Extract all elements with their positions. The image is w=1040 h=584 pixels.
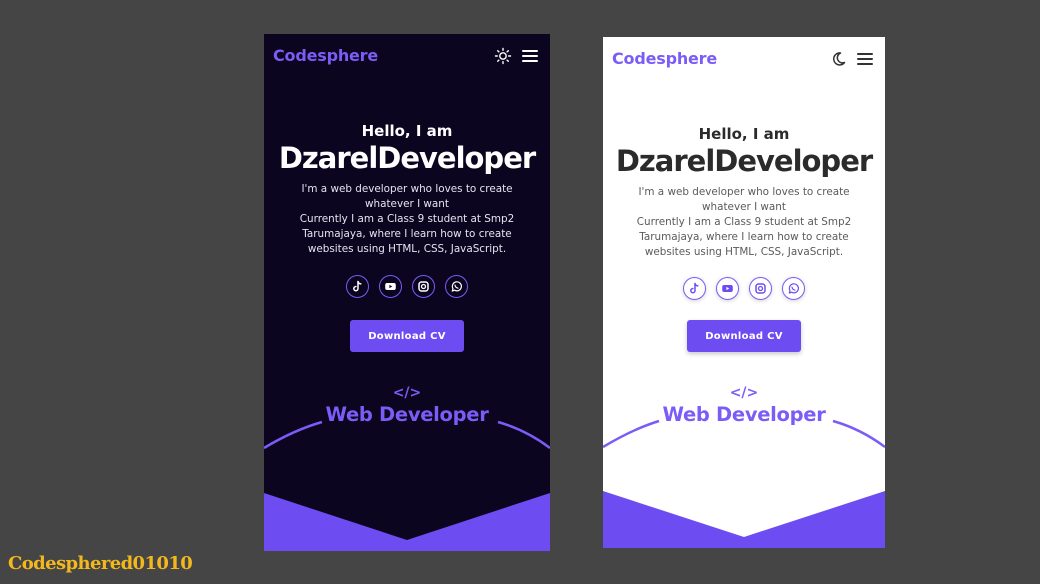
instagram-link[interactable] xyxy=(412,275,435,298)
hero-section: Hello, I am DzarelDeveloper I'm a web de… xyxy=(603,125,885,260)
role-title: Web Developer xyxy=(325,403,489,426)
whatsapp-link[interactable] xyxy=(782,277,805,300)
description-line-2: Currently I am a Class 9 student at Smp2… xyxy=(299,213,515,255)
greeting: Hello, I am xyxy=(361,122,453,140)
tiktok-link[interactable] xyxy=(346,275,369,298)
greeting: Hello, I am xyxy=(698,125,790,143)
youtube-link[interactable] xyxy=(379,275,402,298)
description-line-2: Currently I am a Class 9 student at Smp2… xyxy=(636,216,852,258)
social-links xyxy=(264,275,550,298)
tiktok-icon xyxy=(690,282,699,294)
navbar: Codesphere xyxy=(264,34,550,78)
social-links xyxy=(603,277,885,300)
hero-section: Hello, I am DzarelDeveloper I'm a web de… xyxy=(264,122,550,257)
hamburger-menu-icon[interactable] xyxy=(521,47,539,65)
youtube-icon xyxy=(722,285,733,292)
sun-icon[interactable] xyxy=(494,47,512,65)
moon-icon[interactable] xyxy=(829,50,847,68)
logo[interactable]: Codesphere xyxy=(273,46,378,65)
description-line-1: I'm a web developer who loves to create … xyxy=(301,183,513,210)
instagram-icon xyxy=(755,283,766,294)
role-title: Web Developer xyxy=(662,403,826,426)
code-icon: </> xyxy=(392,385,422,401)
hero-description: I'm a web developer who loves to create … xyxy=(620,185,868,260)
role-section: </> Web Developer xyxy=(264,385,550,427)
logo[interactable]: Codesphere xyxy=(612,49,717,68)
navbar: Codesphere xyxy=(603,37,885,81)
download-cv-button[interactable]: Download CV xyxy=(687,320,801,352)
tiktok-link[interactable] xyxy=(683,277,706,300)
whatsapp-icon xyxy=(788,283,799,294)
whatsapp-link[interactable] xyxy=(445,275,468,298)
instagram-icon xyxy=(418,281,429,292)
hero-name: DzarelDeveloper xyxy=(278,141,536,175)
tiktok-icon xyxy=(353,280,362,292)
youtube-link[interactable] xyxy=(716,277,739,300)
whatsapp-icon xyxy=(451,281,462,292)
dark-mode-screen: Codesphere Hello, I am DzarelDeveloper I… xyxy=(264,34,550,551)
hamburger-menu-icon[interactable] xyxy=(856,50,874,68)
code-icon: </> xyxy=(729,385,759,401)
watermark-text: Codesphered01010 xyxy=(8,553,193,574)
role-section: </> Web Developer xyxy=(603,385,885,427)
instagram-link[interactable] xyxy=(749,277,772,300)
hero-description: I'm a web developer who loves to create … xyxy=(283,182,531,257)
light-mode-screen: Codesphere Hello, I am DzarelDeveloper I… xyxy=(603,37,885,548)
youtube-icon xyxy=(385,283,396,290)
description-line-1: I'm a web developer who loves to create … xyxy=(638,186,850,213)
hero-name: DzarelDeveloper xyxy=(615,144,873,178)
download-cv-button[interactable]: Download CV xyxy=(350,320,464,352)
